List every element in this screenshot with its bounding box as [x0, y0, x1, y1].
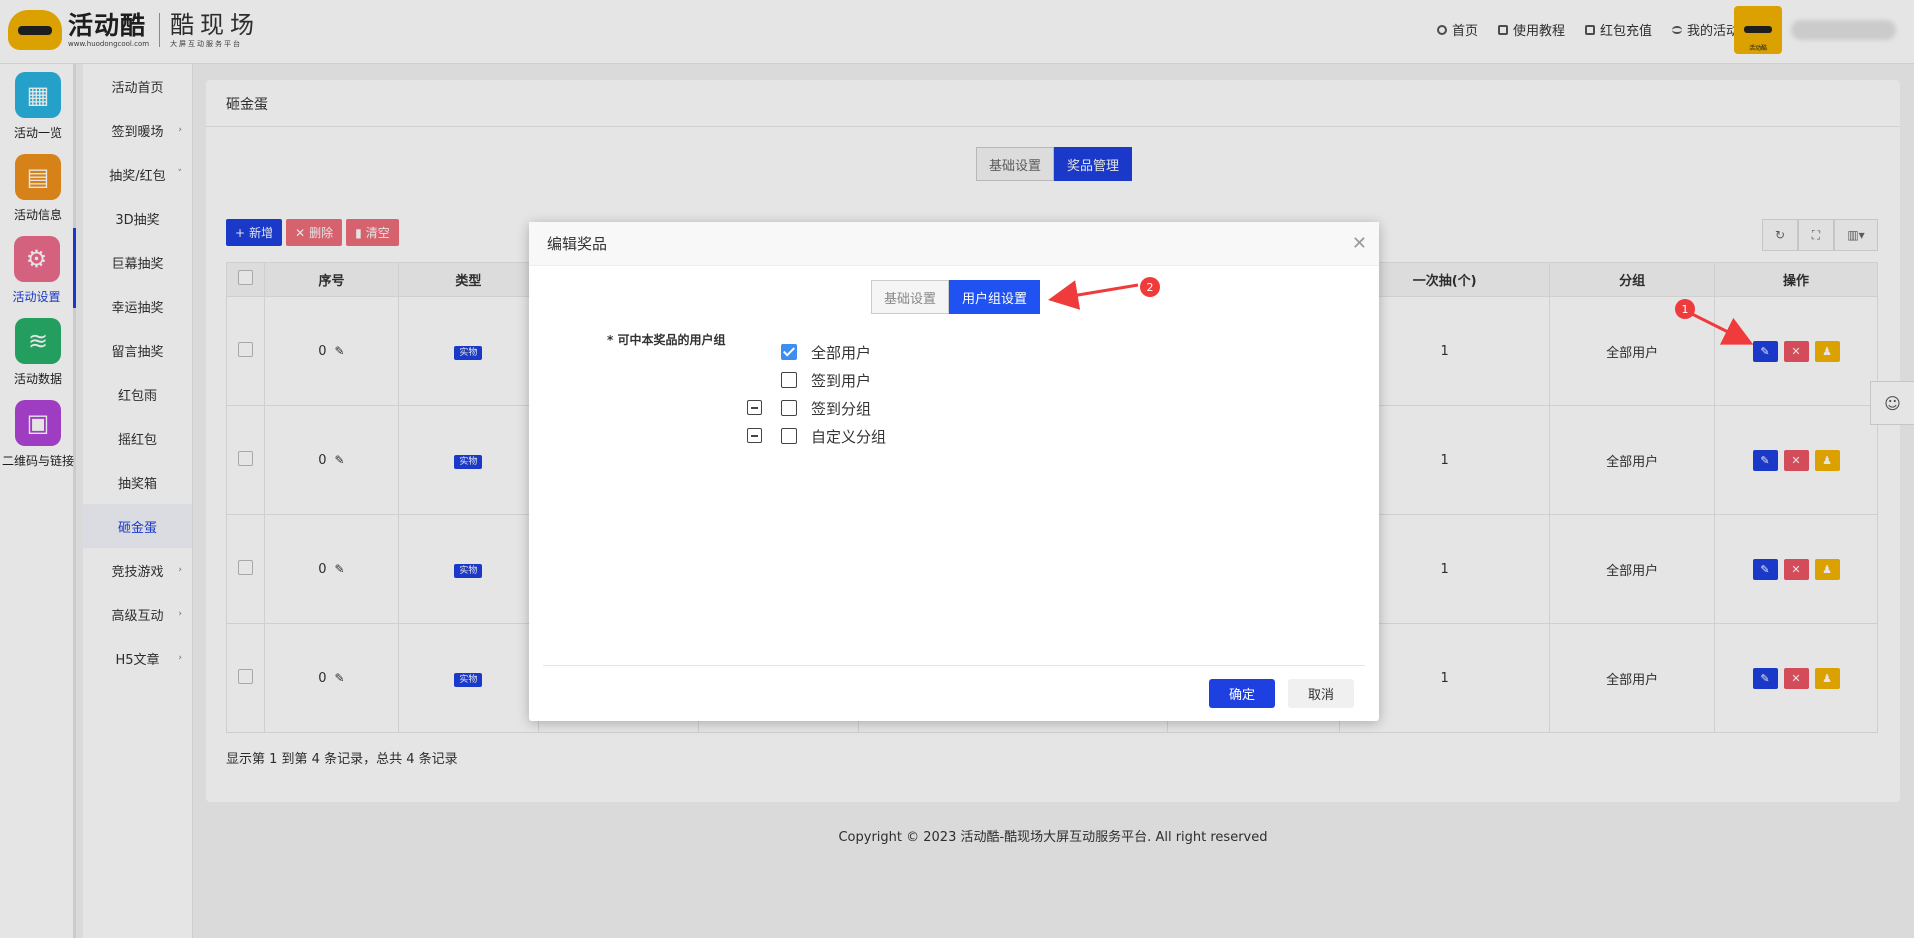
dialog-tabs: 基础设置 用户组设置	[871, 280, 1041, 314]
dialog-title: 编辑奖品	[529, 222, 1379, 266]
annotation-marker-1: 1	[1675, 299, 1695, 319]
close-icon[interactable]: ✕	[1352, 233, 1367, 254]
option-custom-groups[interactable]: 自定义分组	[747, 422, 887, 450]
collapse-icon[interactable]	[747, 428, 762, 443]
option-checkin-groups[interactable]: 签到分组	[747, 394, 886, 422]
option-checkin-users[interactable]: 签到用户	[759, 366, 886, 394]
option-label: 签到分组	[811, 399, 872, 418]
option-all-users[interactable]: 全部用户	[759, 338, 886, 366]
tab-basic-settings[interactable]: 基础设置	[871, 280, 950, 314]
annotation-marker-2: 2	[1140, 277, 1160, 297]
checkin-groups-checkbox[interactable]	[781, 400, 797, 416]
collapse-icon[interactable]	[747, 400, 762, 415]
checkin-users-checkbox[interactable]	[781, 372, 797, 388]
all-users-checkbox[interactable]	[781, 344, 797, 360]
custom-groups-checkbox[interactable]	[781, 428, 797, 444]
user-group-label: * 可中本奖品的用户组	[607, 333, 726, 347]
option-label: 全部用户	[811, 343, 872, 362]
option-label: 自定义分组	[811, 427, 887, 446]
divider	[543, 665, 1365, 666]
user-group-tree: 全部用户 签到用户 签到分组 自定义分组	[747, 338, 887, 450]
confirm-button[interactable]: 确定	[1209, 679, 1275, 708]
option-label: 签到用户	[811, 371, 872, 390]
cancel-button[interactable]: 取消	[1288, 679, 1354, 708]
tab-user-group-settings[interactable]: 用户组设置	[949, 280, 1041, 314]
edit-prize-dialog: 编辑奖品 ✕ 基础设置 用户组设置 * 可中本奖品的用户组 全部用户 签到用户 …	[529, 222, 1379, 721]
